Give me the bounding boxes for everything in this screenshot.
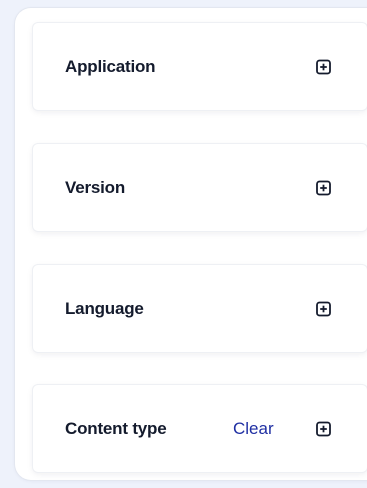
filter-section-content-type[interactable]: Content type Clear — [33, 385, 367, 472]
clear-button[interactable]: Clear — [233, 419, 274, 439]
filter-section-title: Version — [65, 177, 126, 197]
plus-square-icon[interactable] — [316, 301, 331, 316]
filter-section-title: Application — [65, 56, 156, 76]
plus-square-icon[interactable] — [316, 180, 331, 195]
filter-section-version[interactable]: Version — [33, 144, 367, 231]
plus-square-icon[interactable] — [316, 421, 331, 436]
filter-section-application[interactable]: Application — [33, 23, 367, 110]
filter-section-language[interactable]: Language — [33, 265, 367, 352]
plus-square-icon[interactable] — [316, 59, 331, 74]
filter-section-title: Language — [65, 298, 144, 318]
filter-section-title: Content type — [65, 418, 167, 438]
